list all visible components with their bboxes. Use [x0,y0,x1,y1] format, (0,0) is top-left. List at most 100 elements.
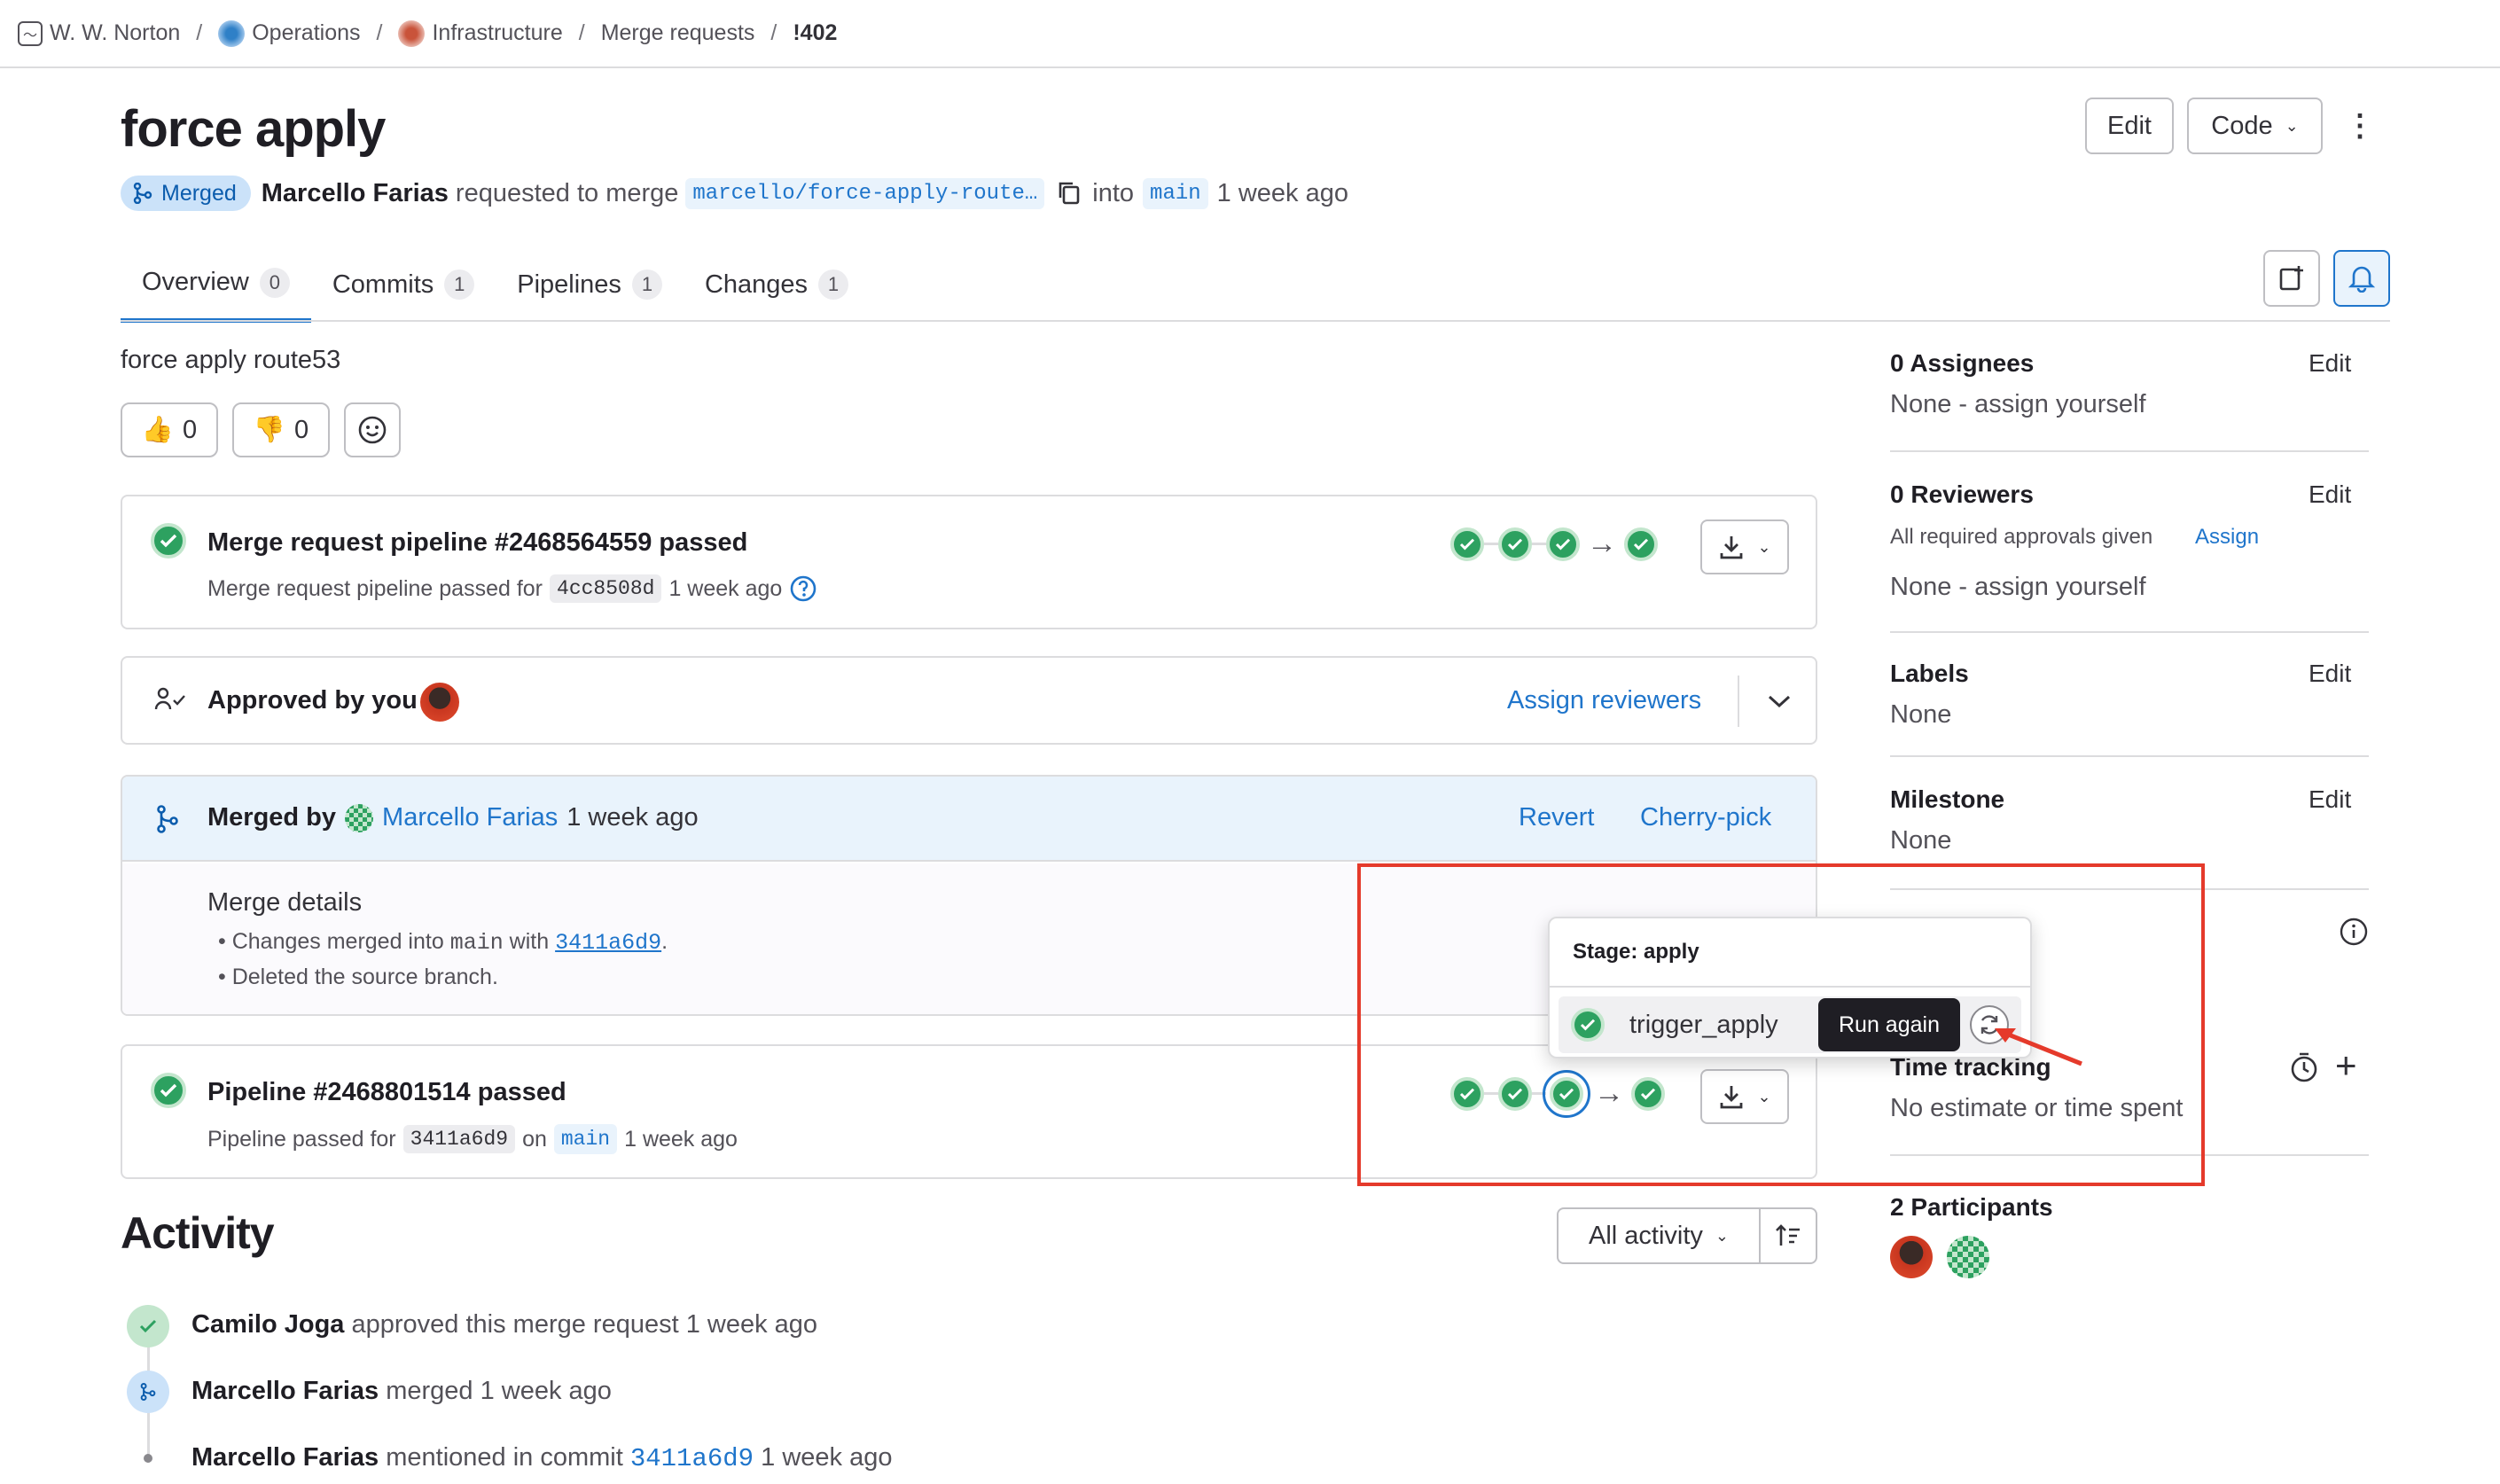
tabs-divider [121,320,2390,322]
more-actions-icon[interactable]: ⋮ [2340,98,2379,154]
reviewers-edit-button[interactable]: Edit [2309,480,2351,509]
chevron-down-icon[interactable] [1759,681,1800,722]
activity-text: merged 1 week ago [386,1377,612,1405]
assignees-edit-button[interactable]: Edit [2309,349,2351,378]
chevron-down-icon: ⌄ [2285,116,2299,135]
avatar[interactable] [418,681,461,723]
merged-time: 1 week ago [566,803,699,832]
tab-count: 1 [631,269,662,300]
add-to-do-button[interactable] [2263,250,2320,307]
milestone-value: None [1890,826,1952,855]
avatar[interactable] [1947,1236,1989,1278]
tab-changes[interactable]: Changes 1 [684,246,870,323]
activity-user[interactable]: Camilo Joga [191,1310,344,1339]
approved-check-icon [127,1305,169,1347]
group-avatar-icon [218,20,246,47]
todo-add-icon [2279,266,2303,291]
bullet: • [218,929,232,954]
commit-sha[interactable]: 3411a6d9 [402,1125,516,1153]
pipeline-id-link[interactable]: #2468801514 [313,1078,470,1106]
tab-count: 1 [444,269,475,300]
activity-filter-dropdown[interactable]: All activity ⌄ [1557,1207,1761,1264]
stage-passed-icon[interactable] [1450,527,1484,561]
cherry-pick-button[interactable]: Cherry-pick [1640,803,1771,832]
merge-detail-item: • Deleted the source branch. [218,965,498,990]
timer-icon[interactable] [2289,1051,2319,1083]
activity-item: Marcello Farias merged 1 week ago [191,1377,612,1406]
target-branch[interactable]: main [1143,177,1208,209]
breadcrumb-item-org[interactable]: 〜 W. W. Norton [18,20,180,46]
sort-order-button[interactable] [1759,1207,1817,1264]
breadcrumb-item-project[interactable]: Infrastructure [398,20,563,47]
assignees-value[interactable]: None - assign yourself [1890,390,2146,419]
edit-button[interactable]: Edit [2085,98,2174,154]
assignees-title: 0 Assignees [1890,349,2035,377]
pipeline-time: 1 week ago [668,575,783,601]
tab-commits[interactable]: Commits 1 [311,246,496,323]
source-branch[interactable]: marcello/force-apply-route… [685,177,1045,209]
merge-details-title: Merge details [207,888,363,917]
sidebar-divider [1890,631,2369,633]
activity-user[interactable]: Marcello Farias [191,1443,379,1472]
stage-passed-icon[interactable] [1498,527,1532,561]
thumbs-up-button[interactable]: 👍 0 [121,402,218,457]
bullet: • [218,965,232,989]
commit-sha-link[interactable]: 3411a6d9 [630,1444,754,1473]
detail-text: with [509,929,550,954]
downstream-passed-icon[interactable] [1624,527,1658,561]
breadcrumb-item-mrs[interactable]: Merge requests [601,20,755,46]
breadcrumb-separator: / [376,20,383,45]
thumbs-down-button[interactable]: 👎 0 [232,402,330,457]
status-badge: Merged [121,176,251,211]
breadcrumb-label: Operations [252,20,361,45]
artifacts-download-button[interactable]: ⌄ [1700,519,1789,574]
timeline-dot-icon [144,1454,152,1463]
pipeline-title: Pipeline #2468801514 passed [207,1078,566,1107]
revert-button[interactable]: Revert [1519,803,1594,832]
milestone-edit-button[interactable]: Edit [2309,785,2351,814]
meta-into: into [1092,178,1135,207]
pipeline-time: 1 week ago [624,1126,738,1152]
labels-title: Labels [1890,660,1969,687]
avatar[interactable] [1890,1236,1933,1278]
breadcrumb: 〜 W. W. Norton / Operations / Infrastruc… [0,0,2500,68]
participants-title: 2 Participants [1890,1193,2053,1221]
reviewers-value[interactable]: None - assign yourself [1890,573,2146,602]
author-name[interactable]: Marcello Farias [262,179,449,208]
divider [1738,676,1739,727]
activity-text: approved this merge request 1 week ago [351,1310,818,1339]
add-reaction-button[interactable] [344,402,401,457]
commit-sha[interactable]: 4cc8508d [550,574,662,603]
tab-pipelines[interactable]: Pipelines 1 [496,246,684,323]
info-icon[interactable] [2339,917,2369,947]
mr-tabs: Overview 0 Commits 1 Pipelines 1 Changes… [121,246,870,323]
avatar[interactable] [345,803,374,832]
merged-user-link[interactable]: Marcello Farias [382,803,558,832]
thumbs-up-icon: 👍 [141,416,174,444]
assign-reviewers-link[interactable]: Assign reviewers [1507,686,1701,715]
tab-count: 0 [259,267,290,298]
code-dropdown-button[interactable]: Code ⌄ [2187,98,2323,154]
approvals-status: All required approvals given [1890,525,2153,549]
breadcrumb-item-group[interactable]: Operations [218,20,361,47]
branch-chip[interactable]: main [553,1124,618,1154]
merge-icon [133,183,152,204]
tab-overview[interactable]: Overview 0 [121,246,311,323]
pipeline-detail-prefix: Merge request pipeline passed for [207,575,543,601]
breadcrumb-item-current[interactable]: !402 [793,20,837,46]
notifications-button[interactable] [2333,250,2390,307]
page-title: force apply [121,100,386,158]
activity-user[interactable]: Marcello Farias [191,1377,379,1405]
add-time-icon[interactable]: + [2335,1044,2357,1087]
labels-edit-button[interactable]: Edit [2309,660,2351,688]
thumbs-down-icon: 👎 [253,416,285,444]
stage-passed-icon[interactable] [1546,527,1580,561]
help-icon[interactable] [789,574,817,603]
copy-icon[interactable] [1057,180,1082,207]
pipeline-id-link[interactable]: #2468564559 [495,528,652,557]
chevron-down-icon: ⌄ [1715,1226,1729,1245]
breadcrumb-separator: / [578,20,585,45]
tab-count: 1 [818,269,849,300]
commit-sha-link[interactable]: 3411a6d9 [555,930,661,956]
assign-reviewer-link[interactable]: Assign [2195,525,2259,550]
